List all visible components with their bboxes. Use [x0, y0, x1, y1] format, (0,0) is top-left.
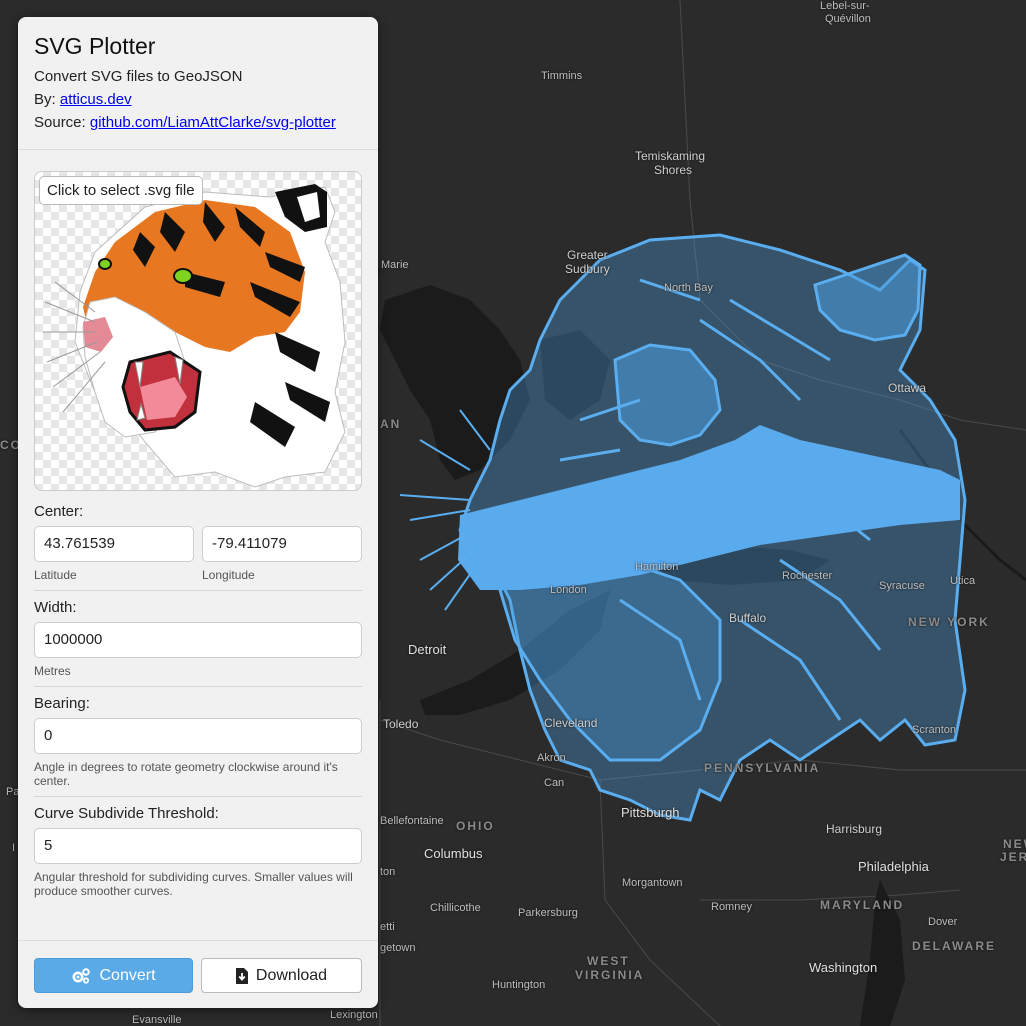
map-label: VIRGINIA: [575, 968, 645, 982]
map-label: PENNSYLVANIA: [704, 761, 821, 775]
map-label: Lebel-sur-: [820, 0, 870, 12]
svg-preview[interactable]: Click to select .svg file: [34, 171, 362, 491]
map-label: Romney: [711, 901, 752, 913]
map-label: Cleveland: [544, 716, 598, 730]
map-label: Bellefontaine: [380, 815, 444, 827]
longitude-label: Longitude: [202, 568, 255, 582]
map-label: Hamilton: [635, 561, 679, 573]
map-label: Harrisburg: [826, 822, 883, 836]
map-label: Scranton: [912, 724, 957, 736]
settings-form: Center: 43.761539 Latitude -79.411079 Lo…: [34, 503, 362, 898]
map-label: OHIO: [456, 819, 495, 833]
center-row: 43.761539 Latitude -79.411079 Longitude: [34, 526, 362, 582]
map-label: Morgantown: [622, 877, 683, 889]
map-label: London: [550, 584, 587, 596]
map-label: Lexington: [330, 1009, 378, 1021]
map-label: North Bay: [664, 282, 713, 294]
divider: [34, 796, 362, 797]
map-label: ton: [380, 866, 396, 878]
panel-header: SVG Plotter Convert SVG files to GeoJSON…: [18, 17, 378, 150]
map-label: Temiskaming: [635, 149, 706, 163]
source-link[interactable]: github.com/LiamAttClarke/svg-plotter: [90, 114, 336, 131]
longitude-group: -79.411079 Longitude: [202, 526, 362, 582]
map-label: Washington: [809, 960, 878, 975]
app-title: SVG Plotter: [34, 33, 156, 59]
map-label: MARYLAND: [820, 898, 905, 912]
overlay-shapes: [399, 233, 967, 822]
map-label: Pittsburgh: [621, 805, 680, 820]
divider: [34, 590, 362, 591]
tiger-eye: [98, 258, 112, 270]
map-label: Toledo: [383, 717, 419, 731]
tiger-eye: [173, 268, 193, 284]
source-label: Source:: [34, 114, 86, 131]
author-line: By: atticus.dev: [34, 91, 362, 108]
map-label: Syracuse: [879, 580, 925, 592]
width-input[interactable]: 1000000: [34, 622, 362, 658]
map-label: Dover: [928, 916, 958, 928]
divider: [34, 686, 362, 687]
download-button[interactable]: Download: [201, 958, 362, 993]
map-label: AN: [380, 417, 402, 431]
panel-footer: Convert Download: [18, 940, 378, 1008]
map-label: NEW YORK: [908, 615, 990, 629]
source-line: Source: github.com/LiamAttClarke/svg-plo…: [34, 114, 362, 131]
map-label: Evansville: [132, 1014, 182, 1026]
map-label: Greater: [567, 248, 608, 262]
app-subtitle: Convert SVG files to GeoJSON: [34, 68, 243, 85]
map-label: Ottawa: [888, 381, 927, 395]
map-label: Can: [544, 777, 565, 789]
gears-icon: [72, 967, 91, 984]
map-label: Philadelphia: [858, 859, 929, 874]
map-label: JERS: [1000, 850, 1026, 864]
curve-threshold-label: Curve Subdivide Threshold:: [34, 805, 219, 822]
control-panel: SVG Plotter Convert SVG files to GeoJSON…: [18, 17, 378, 1008]
map-label: Sudbury: [565, 262, 610, 276]
width-unit-label: Metres: [34, 664, 71, 678]
map-label: Akron: [537, 752, 566, 764]
file-download-icon: [235, 967, 248, 984]
map-label: etti: [380, 921, 395, 933]
curve-threshold-input[interactable]: 5: [34, 828, 362, 864]
select-file-button[interactable]: Click to select .svg file: [39, 176, 203, 205]
latitude-input[interactable]: 43.761539: [34, 526, 194, 562]
author-label: By:: [34, 91, 56, 108]
author-link[interactable]: atticus.dev: [60, 91, 132, 108]
width-label: Width:: [34, 599, 77, 616]
longitude-input[interactable]: -79.411079: [202, 526, 362, 562]
bearing-label: Bearing:: [34, 695, 90, 712]
download-label: Download: [255, 966, 328, 984]
convert-label: Convert: [99, 966, 156, 984]
map-label: getown: [380, 942, 416, 954]
map-label: Parkersburg: [518, 907, 578, 919]
convert-button[interactable]: Convert: [34, 958, 193, 993]
map-label: NEW: [1003, 837, 1026, 851]
map-label: Shores: [654, 163, 693, 177]
map-label: Columbus: [424, 846, 483, 861]
bearing-hint: Angle in degrees to rotate geometry cloc…: [34, 760, 338, 788]
center-label: Center:: [34, 503, 84, 520]
map-label: WEST: [587, 954, 630, 968]
map-label: Timmins: [541, 70, 583, 82]
map-label: Rochester: [782, 570, 833, 582]
map-label: Quévillon: [825, 13, 871, 25]
latitude-group: 43.761539 Latitude: [34, 526, 194, 582]
map-label: Utica: [950, 575, 976, 587]
map-label: DELAWARE: [912, 939, 997, 953]
map-label: I: [12, 842, 16, 854]
bearing-input[interactable]: 0: [34, 718, 362, 754]
map-label: Chillicothe: [430, 902, 481, 914]
map-label: Huntington: [492, 979, 546, 991]
map-label: Buffalo: [729, 611, 767, 625]
curve-threshold-hint: Angular threshold for subdividing curves…: [34, 870, 353, 898]
map-label: Detroit: [408, 642, 447, 657]
tiger-preview-image: [43, 184, 346, 488]
latitude-label: Latitude: [34, 568, 77, 582]
map-label: Marie: [381, 259, 409, 271]
